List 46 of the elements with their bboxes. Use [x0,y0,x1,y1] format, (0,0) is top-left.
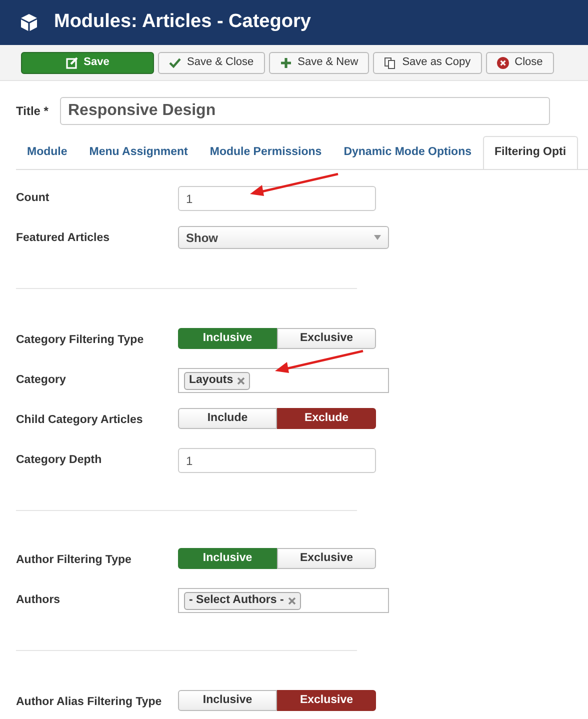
field-label: Featured Articles [16,231,111,246]
remove-icon[interactable] [237,376,246,384]
toggle-option[interactable]: Inclusive [178,548,277,569]
field-label: Count [16,191,50,206]
toggle-option[interactable]: Inclusive [178,690,277,711]
tab[interactable]: Module Permissions [198,136,333,169]
field-label: Child Category Articles [16,413,144,428]
text-field[interactable]: 1 [178,448,376,473]
cube-icon [20,13,38,32]
tab[interactable]: Module [16,136,78,169]
toggle-option[interactable]: Inclusive [178,328,277,349]
toggle-option[interactable]: Exclusive [277,548,376,569]
tab[interactable]: Menu Assignment [78,136,199,169]
check-icon [169,56,181,68]
toggle-option[interactable]: Exclusive [277,690,376,711]
toggle-option[interactable]: Exclude [277,408,376,429]
toolbar-button[interactable]: Save as Copy [373,52,482,74]
title-field[interactable]: Responsive Design [60,97,550,125]
field-label: Author Alias Filtering Type [16,695,163,710]
tag-chip[interactable]: Layouts [184,372,250,390]
remove-icon[interactable] [288,596,296,604]
field-label: Authors [16,593,62,608]
tab[interactable]: Dynamic Mode Options [332,136,482,169]
text-field[interactable]: 1 [178,186,376,211]
close-icon [496,56,509,68]
copy-icon [384,56,396,68]
title-label: Title * [16,103,50,120]
tab[interactable]: Filtering Opti [482,136,578,169]
tag-field[interactable]: - Select Authors - [178,588,389,613]
toolbar-button[interactable]: Save & Close [158,52,265,74]
edit-icon [66,56,78,68]
toggle-option[interactable]: Exclusive [277,328,376,349]
dropdown[interactable]: Show [178,226,389,249]
save-button[interactable]: Save [21,52,154,74]
field-label: Category Filtering Type [16,333,145,348]
plus-icon [280,56,292,68]
toggle-option[interactable]: Include [178,408,277,429]
page-title: Modules: Articles - Category [54,10,311,34]
caret-icon [374,235,381,240]
toolbar-button[interactable]: Close [486,52,554,74]
toolbar-button[interactable]: Save & New [268,52,370,74]
field-label: Category Depth [16,453,103,468]
field-label: Category [16,373,67,388]
tag-field[interactable]: Layouts [178,368,389,393]
field-label: Author Filtering Type [16,553,132,568]
tag-chip[interactable]: - Select Authors - [184,592,301,610]
